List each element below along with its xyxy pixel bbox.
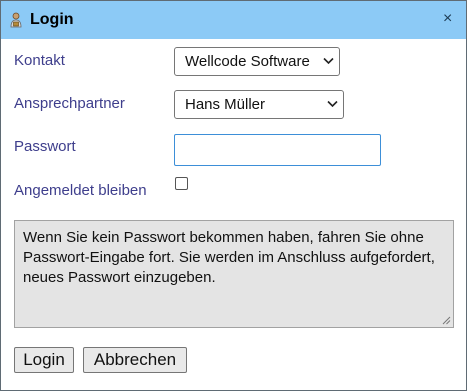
contact-select-value: Wellcode Software xyxy=(185,53,310,70)
info-textarea[interactable]: Wenn Sie kein Passwort bekommen haben, f… xyxy=(14,220,454,328)
info-text: Wenn Sie kein Passwort bekommen haben, f… xyxy=(23,229,435,286)
dialog-title: Login xyxy=(30,11,74,28)
person-select[interactable]: Hans Müller xyxy=(174,90,344,119)
close-icon[interactable]: × xyxy=(443,10,452,28)
person-label: Ansprechpartner xyxy=(14,95,125,112)
password-label: Passwort xyxy=(14,138,76,155)
person-select-value: Hans Müller xyxy=(185,96,266,113)
login-dialog: Login × Kontakt Wellcode Software Anspre… xyxy=(0,0,467,391)
user-lock-icon xyxy=(10,12,22,28)
contact-label: Kontakt xyxy=(14,52,65,69)
login-button[interactable]: Login xyxy=(14,347,74,373)
chevron-down-icon xyxy=(327,100,338,108)
remember-checkbox[interactable] xyxy=(175,177,188,190)
password-input[interactable] xyxy=(174,134,381,166)
dialog-titlebar[interactable]: Login × xyxy=(1,1,466,39)
chevron-down-icon xyxy=(323,57,334,65)
resize-grip-icon[interactable] xyxy=(442,316,451,325)
cancel-button[interactable]: Abbrechen xyxy=(83,347,187,373)
remember-label: Angemeldet bleiben xyxy=(14,182,147,199)
contact-select[interactable]: Wellcode Software xyxy=(174,47,340,76)
